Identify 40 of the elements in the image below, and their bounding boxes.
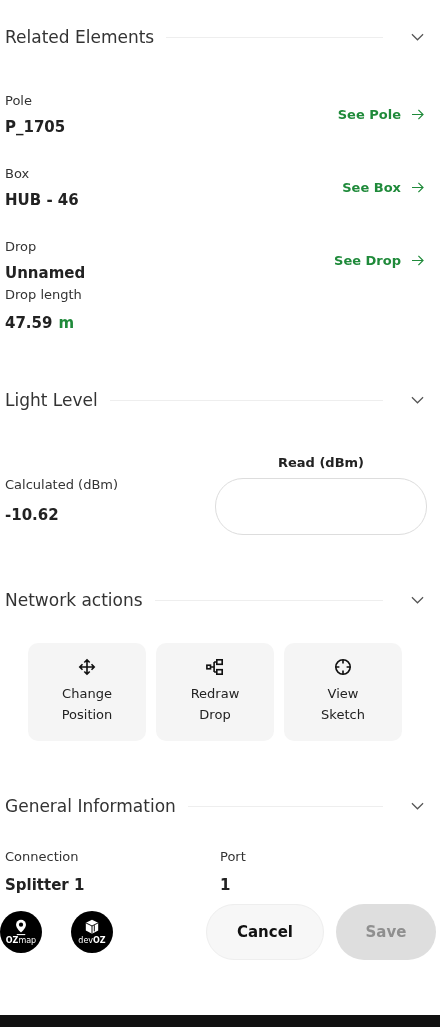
nodes-icon	[206, 658, 224, 677]
action-tile[interactable]: View Sketch	[284, 643, 402, 741]
section-title: Network actions	[5, 590, 143, 610]
crosshair-icon	[334, 658, 352, 677]
field-value: 1	[220, 876, 232, 894]
action-tile[interactable]: Redraw Drop	[156, 643, 274, 741]
field-label: Pole	[5, 93, 33, 108]
action-tile[interactable]: Change Position	[28, 643, 146, 741]
field-label: Calculated (dBm)	[5, 477, 119, 492]
unit-label: m	[58, 314, 75, 332]
field-label: Drop	[5, 239, 38, 254]
field-label: Drop length	[5, 287, 83, 302]
chevron-icon[interactable]	[411, 33, 424, 41]
see-link[interactable]: See Box	[342, 180, 424, 195]
section-title: Light Level	[5, 390, 98, 410]
field-label: Port	[220, 849, 247, 864]
arrow-icon	[411, 255, 424, 266]
chevron-icon[interactable]	[411, 596, 424, 604]
field-value: HUB - 46	[5, 191, 79, 209]
field-value: Splitter 1	[5, 876, 86, 894]
chevron-icon[interactable]	[411, 396, 424, 404]
move-icon	[78, 658, 96, 677]
app-logo[interactable]: OZmap	[0, 911, 42, 953]
field-value: Unnamed	[5, 264, 86, 282]
section-title: Related Elements	[5, 27, 155, 47]
field-label: Read (dBm)	[277, 455, 365, 470]
field-value: -10.62	[5, 506, 60, 524]
app-logo[interactable]: devOZ	[71, 911, 113, 953]
see-link[interactable]: See Drop	[334, 253, 424, 268]
field-label: Box	[5, 166, 31, 181]
chevron-icon[interactable]	[411, 802, 424, 810]
input-field[interactable]	[215, 478, 427, 535]
field-label: Connection	[5, 849, 80, 864]
section-title: General Information	[5, 796, 176, 816]
field-value: P_1705	[5, 118, 66, 136]
field-value: 47.59	[5, 314, 53, 332]
arrow-icon	[411, 182, 424, 193]
arrow-icon	[411, 109, 424, 120]
footer-button[interactable]: Cancel	[206, 904, 324, 960]
see-link[interactable]: See Pole	[337, 107, 424, 122]
